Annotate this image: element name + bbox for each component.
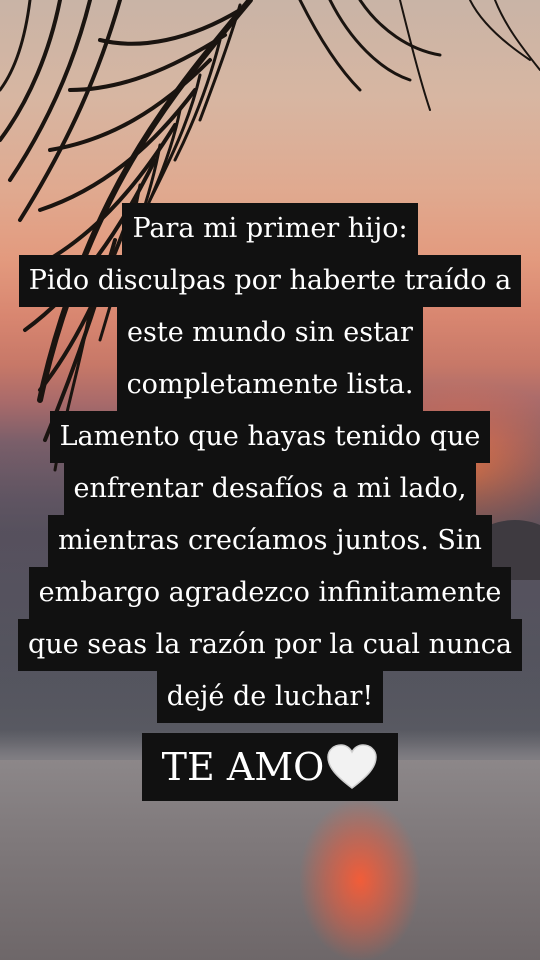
caption-line: Pido disculpas por haberte traído a (18, 255, 522, 307)
caption-line: enfrentar desafíos a mi lado, (63, 463, 477, 515)
sun-reflection (300, 800, 420, 960)
caption-line: que seas la razón por la cual nunca (18, 619, 522, 671)
caption-line: embargo agradezco infinitamente (28, 567, 512, 619)
closing-text: TE AMO (161, 745, 325, 789)
white-heart-icon (327, 744, 378, 789)
caption-line: Lamento que hayas tenido que (49, 411, 491, 463)
caption-line: Para mi primer hijo: (122, 203, 418, 255)
story-background: Para mi primer hijo: Pido disculpas por … (0, 0, 540, 960)
story-caption: Para mi primer hijo: Pido disculpas por … (0, 203, 540, 801)
caption-line: dejé de luchar! (156, 671, 384, 723)
caption-line: mientras crecíamos juntos. Sin (48, 515, 492, 567)
caption-line: completamente lista. (116, 359, 424, 411)
closing-label: TE AMO (141, 733, 399, 801)
caption-line: este mundo sin estar (117, 307, 423, 359)
